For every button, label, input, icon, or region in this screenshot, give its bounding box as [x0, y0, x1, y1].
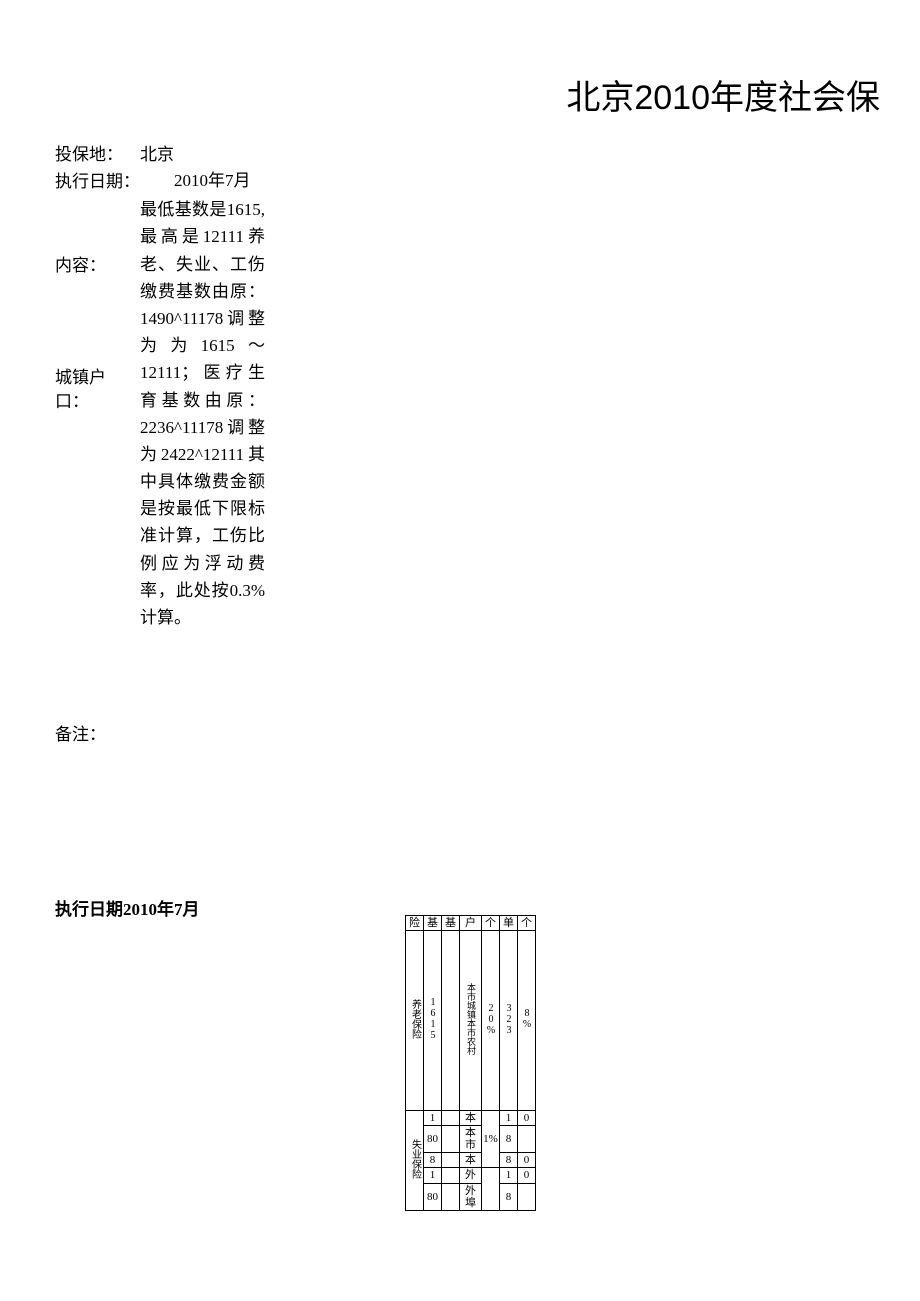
label-location: 投保地：: [55, 140, 140, 165]
th: 单: [500, 916, 518, 931]
cell: [442, 1153, 460, 1168]
cell-p2: 8%: [518, 931, 536, 1111]
cell: 外: [460, 1168, 482, 1183]
cell: 本市: [460, 1126, 482, 1153]
label-remark: 备注：: [55, 720, 106, 745]
rates-table: 险 基 基 户 个 单 个 养老保险 1615 本市城镇本市农村 20% 323…: [405, 915, 535, 1211]
cell-base: 1615: [424, 931, 442, 1111]
page-title: 北京2010年度社会保: [566, 70, 880, 119]
cell-amt: 323: [500, 931, 518, 1111]
th: 基: [442, 916, 460, 931]
cell: 1: [500, 1111, 518, 1126]
row-location: 投保地： 北京: [55, 140, 295, 165]
th: 险: [406, 916, 424, 931]
cell: [482, 1168, 500, 1210]
cell-name: 养老保险: [406, 931, 424, 1111]
cell: 8: [500, 1153, 518, 1168]
info-block: 投保地： 北京 执行日期： 2010年7月 内容： 城镇户口： 最低基数是161…: [55, 140, 295, 633]
cell-unemp-name: 失业保险: [406, 1111, 424, 1211]
cell: 1: [424, 1111, 442, 1126]
cell: 80: [424, 1126, 442, 1153]
th: 户: [460, 916, 482, 931]
cell: [518, 1183, 536, 1210]
cell-base2: [442, 931, 460, 1111]
th: 基: [424, 916, 442, 931]
cell: 0: [518, 1153, 536, 1168]
table-header-row: 险 基 基 户 个 单 个: [406, 916, 536, 931]
exec-date-full: 执行日期2010年7月: [55, 895, 200, 920]
table-row-unemp-3: 8 本 8 0: [406, 1153, 536, 1168]
th: 个: [518, 916, 536, 931]
cell: 8: [500, 1183, 518, 1210]
value-location: 北京: [140, 140, 174, 165]
label-content: 内容：: [55, 251, 140, 276]
cell: 1: [424, 1168, 442, 1183]
cell: 0: [518, 1111, 536, 1126]
table-row-unemp-2: 80 本市 8: [406, 1126, 536, 1153]
label-exec-date: 执行日期：: [55, 167, 140, 192]
table-row-unemp-4: 1 外 1 0: [406, 1168, 536, 1183]
cell: 本: [460, 1153, 482, 1168]
value-content: 最低基数是1615,最高是12111养老、失业、工伤缴费基数由原：1490^11…: [140, 196, 265, 631]
table-row-unemp-1: 失业保险 1 本 1% 1 0: [406, 1111, 536, 1126]
table-row-pension: 养老保险 1615 本市城镇本市农村 20% 323 8%: [406, 931, 536, 1111]
cell: 8: [424, 1153, 442, 1168]
cell: [518, 1126, 536, 1153]
cell: 80: [424, 1183, 442, 1210]
th: 个: [482, 916, 500, 931]
row-exec-date: 执行日期： 2010年7月: [55, 167, 295, 194]
row-content: 内容： 城镇户口： 最低基数是1615,最高是12111养老、失业、工伤缴费基数…: [55, 196, 295, 631]
cell: 外埠: [460, 1183, 482, 1210]
cell: [442, 1111, 460, 1126]
cell: 1: [500, 1168, 518, 1183]
cell: 8: [500, 1126, 518, 1153]
cell: [442, 1126, 460, 1153]
table: 险 基 基 户 个 单 个 养老保险 1615 本市城镇本市农村 20% 323…: [405, 915, 536, 1211]
cell: [442, 1168, 460, 1183]
cell: 0: [518, 1168, 536, 1183]
cell: 本: [460, 1111, 482, 1126]
label-urban: 城镇户口：: [55, 366, 140, 414]
cell-rate: 20%: [482, 931, 500, 1111]
table-row-unemp-5: 80 外埠 8: [406, 1183, 536, 1210]
cell-hukou: 本市城镇本市农村: [460, 931, 482, 1111]
cell: 1%: [482, 1111, 500, 1168]
value-exec-date: 2010年7月: [140, 167, 265, 194]
cell: [442, 1183, 460, 1210]
